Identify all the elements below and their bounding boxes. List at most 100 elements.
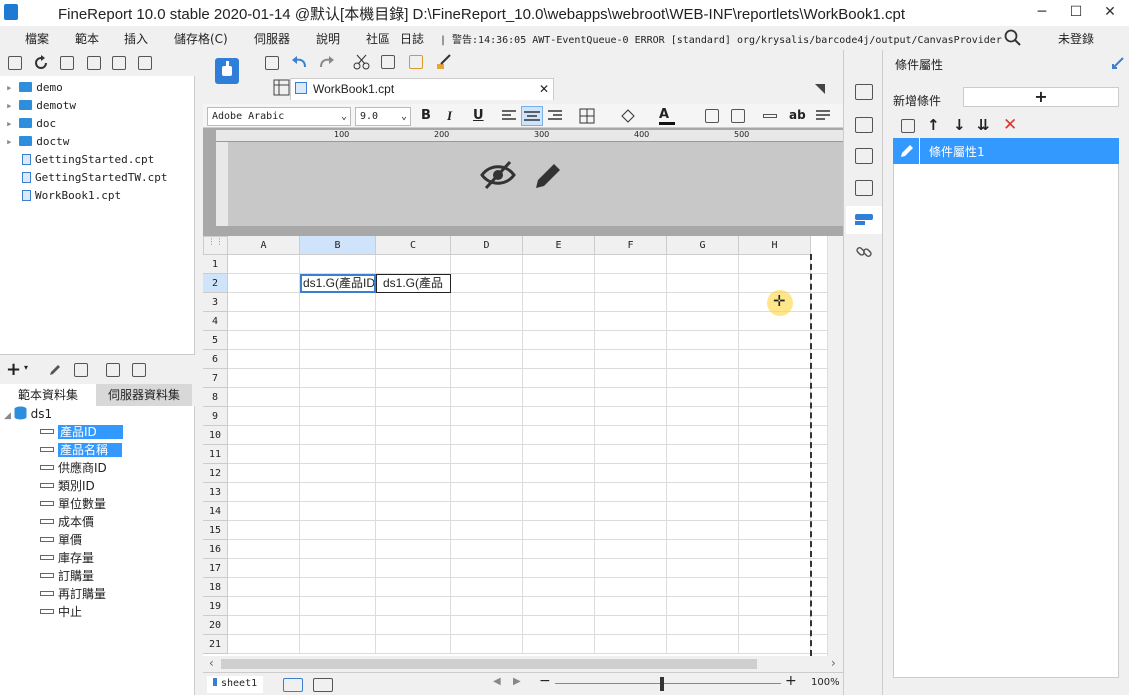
new-folder-icon[interactable] — [8, 56, 22, 70]
minimize-button[interactable]: ─ — [1025, 0, 1059, 26]
menu-log[interactable]: 日誌 — [400, 30, 424, 47]
underline-button[interactable]: U — [473, 108, 484, 123]
dataset-field[interactable]: 單位數量 — [40, 496, 106, 513]
eye-off-icon[interactable] — [480, 160, 516, 190]
widget-icon[interactable] — [855, 180, 873, 196]
template-type-button[interactable] — [215, 58, 239, 84]
preview-dataset-icon[interactable] — [106, 363, 120, 377]
column-header-e[interactable]: E — [523, 236, 595, 255]
add-condition-button[interactable]: + — [963, 87, 1119, 107]
zoom-slider[interactable] — [555, 683, 781, 684]
italic-button[interactable]: I — [447, 108, 452, 124]
prev-sheet-icon[interactable]: ◀ — [493, 676, 501, 687]
row-header[interactable]: 13 — [203, 483, 228, 502]
column-header-b[interactable]: B — [300, 236, 376, 255]
copy-icon[interactable] — [138, 56, 152, 70]
split-cells-icon[interactable] — [731, 109, 745, 123]
zoom-slider-thumb[interactable] — [660, 677, 664, 691]
add-sheet-icon[interactable] — [283, 678, 303, 692]
row-header[interactable]: 2 — [203, 274, 228, 293]
condition-attribute-tab[interactable] — [846, 206, 882, 234]
menu-template[interactable]: 範本 — [75, 30, 99, 47]
settings-icon[interactable] — [87, 56, 101, 70]
menu-insert[interactable]: 插入 — [124, 30, 148, 47]
horizontal-scrollbar[interactable]: ‹ › — [203, 656, 843, 672]
dataset-root[interactable]: ◢ ds1 — [4, 406, 52, 423]
copy-condition-icon[interactable] — [901, 119, 915, 133]
menu-community[interactable]: 社區 — [366, 30, 390, 47]
row-header[interactable]: 17 — [203, 559, 228, 578]
row-header[interactable]: 8 — [203, 388, 228, 407]
insert-field-icon[interactable] — [763, 114, 777, 118]
collapse-panel-icon[interactable] — [1111, 56, 1125, 70]
menu-file[interactable]: 檔案 — [25, 30, 49, 47]
paste-icon[interactable] — [409, 55, 423, 69]
close-button[interactable]: ✕ — [1093, 0, 1127, 26]
vertical-scrollbar[interactable] — [827, 236, 843, 656]
undo-icon[interactable] — [291, 54, 309, 70]
cut-icon[interactable] — [353, 54, 371, 70]
maximize-editor-icon[interactable] — [813, 82, 827, 96]
delete-condition-icon[interactable]: ✕ — [1003, 115, 1017, 135]
row-header[interactable]: 21 — [203, 635, 228, 654]
save-icon[interactable] — [265, 56, 279, 70]
column-header-a[interactable]: A — [228, 236, 300, 255]
font-size-select[interactable]: 9.0 ⌄ — [355, 107, 411, 126]
menu-server[interactable]: 伺服器 — [254, 30, 290, 47]
tree-item-gettingstarted[interactable]: GettingStarted.cpt — [22, 151, 154, 169]
column-header-d[interactable]: D — [451, 236, 523, 255]
fill-color-icon[interactable] — [619, 107, 637, 125]
dataset-field[interactable]: 成本價 — [40, 514, 94, 531]
dataset-field[interactable]: 產品名稱 — [40, 442, 123, 459]
edit-icon[interactable] — [48, 363, 62, 377]
row-header[interactable]: 6 — [203, 350, 228, 369]
pencil-icon[interactable] — [532, 160, 564, 192]
zoom-in-icon[interactable]: + — [785, 673, 797, 689]
add-dataset-icon[interactable]: + — [6, 359, 21, 380]
dataset-field[interactable]: 供應商ID — [40, 460, 107, 477]
scroll-right-icon[interactable]: › — [831, 656, 836, 670]
move-up-icon[interactable]: ↑ — [927, 116, 940, 134]
delete-dataset-icon[interactable] — [74, 363, 88, 377]
row-header[interactable]: 20 — [203, 616, 228, 635]
row-header[interactable]: 3 — [203, 293, 228, 312]
align-left-icon[interactable] — [501, 109, 517, 123]
cell-c2[interactable]: ds1.G(產品 — [376, 274, 451, 293]
dataset-field[interactable]: 再訂購量 — [40, 586, 106, 603]
tree-item-gettingstartedtw[interactable]: GettingStartedTW.cpt — [22, 169, 167, 187]
error-log-text[interactable]: | 警告:14:36:05 AWT-EventQueue-0 ERROR [st… — [440, 31, 1002, 46]
refresh-icon[interactable] — [33, 55, 49, 71]
copy-cell-icon[interactable] — [381, 55, 395, 69]
row-header[interactable]: 11 — [203, 445, 228, 464]
row-header[interactable]: 16 — [203, 540, 228, 559]
tree-item-workbook1[interactable]: WorkBook1.cpt — [22, 187, 121, 205]
row-header[interactable]: 18 — [203, 578, 228, 597]
dataset-settings-icon[interactable] — [132, 363, 146, 377]
next-sheet-icon[interactable]: ▶ — [513, 676, 521, 687]
move-down-icon[interactable]: ↓ — [953, 116, 966, 134]
menu-cell[interactable]: 儲存格(C) — [174, 30, 228, 47]
float-element-icon[interactable] — [855, 148, 873, 164]
tree-item-demo[interactable]: ▸ demo — [6, 79, 63, 97]
align-center-button[interactable] — [521, 106, 543, 126]
border-icon[interactable] — [579, 108, 595, 124]
tab-close-icon[interactable]: ✕ — [539, 82, 549, 96]
chevron-down-icon[interactable]: ▾ — [24, 363, 28, 372]
maximize-button[interactable]: ☐ — [1059, 0, 1093, 26]
dataset-field[interactable]: 庫存量 — [40, 550, 94, 567]
tree-item-demotw[interactable]: ▸ demotw — [6, 97, 76, 115]
row-header[interactable]: 5 — [203, 331, 228, 350]
cell-grid[interactable]: ⋮⋮ A B C D E F G H 1 2 3 4 5 6 7 8 9 10 11 12 13 14 15 16 17 18 19 2… — [203, 236, 831, 656]
column-header-h[interactable]: H — [739, 236, 811, 255]
tree-item-doctw[interactable]: ▸ doctw — [6, 133, 69, 151]
login-link[interactable]: 未登錄 — [1058, 30, 1094, 47]
column-header-g[interactable]: G — [667, 236, 739, 255]
add-sheet-2-icon[interactable] — [313, 678, 333, 692]
dataset-field[interactable]: 產品ID — [40, 424, 123, 441]
delete-icon[interactable] — [112, 56, 126, 70]
tab-template-dataset[interactable]: 範本資料集 — [0, 384, 96, 406]
tree-item-doc[interactable]: ▸ doc — [6, 115, 56, 133]
row-header[interactable]: 4 — [203, 312, 228, 331]
wrap-text-icon[interactable] — [815, 109, 831, 123]
row-header[interactable]: 10 — [203, 426, 228, 445]
